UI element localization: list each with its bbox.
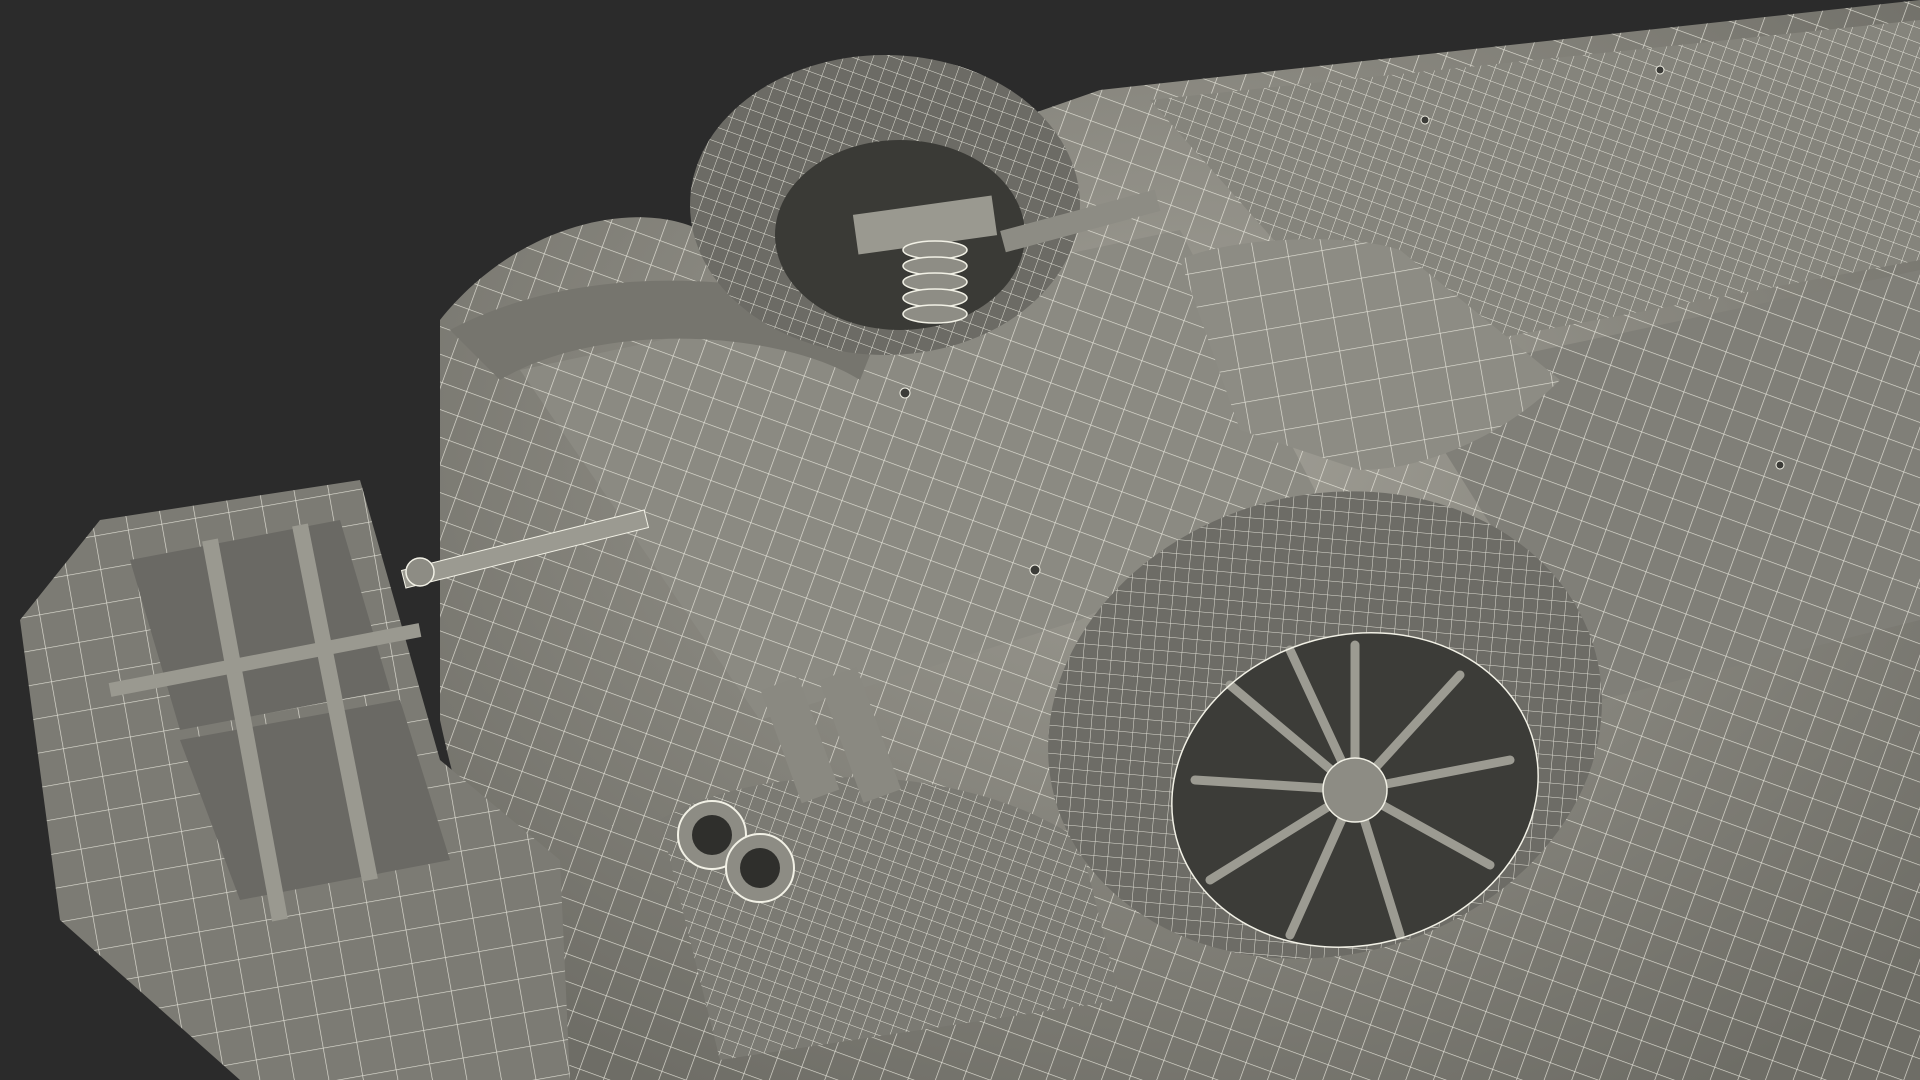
render-viewport — [0, 0, 1920, 1080]
tire-icon — [690, 55, 1080, 355]
car-underside-render — [0, 0, 1920, 1080]
